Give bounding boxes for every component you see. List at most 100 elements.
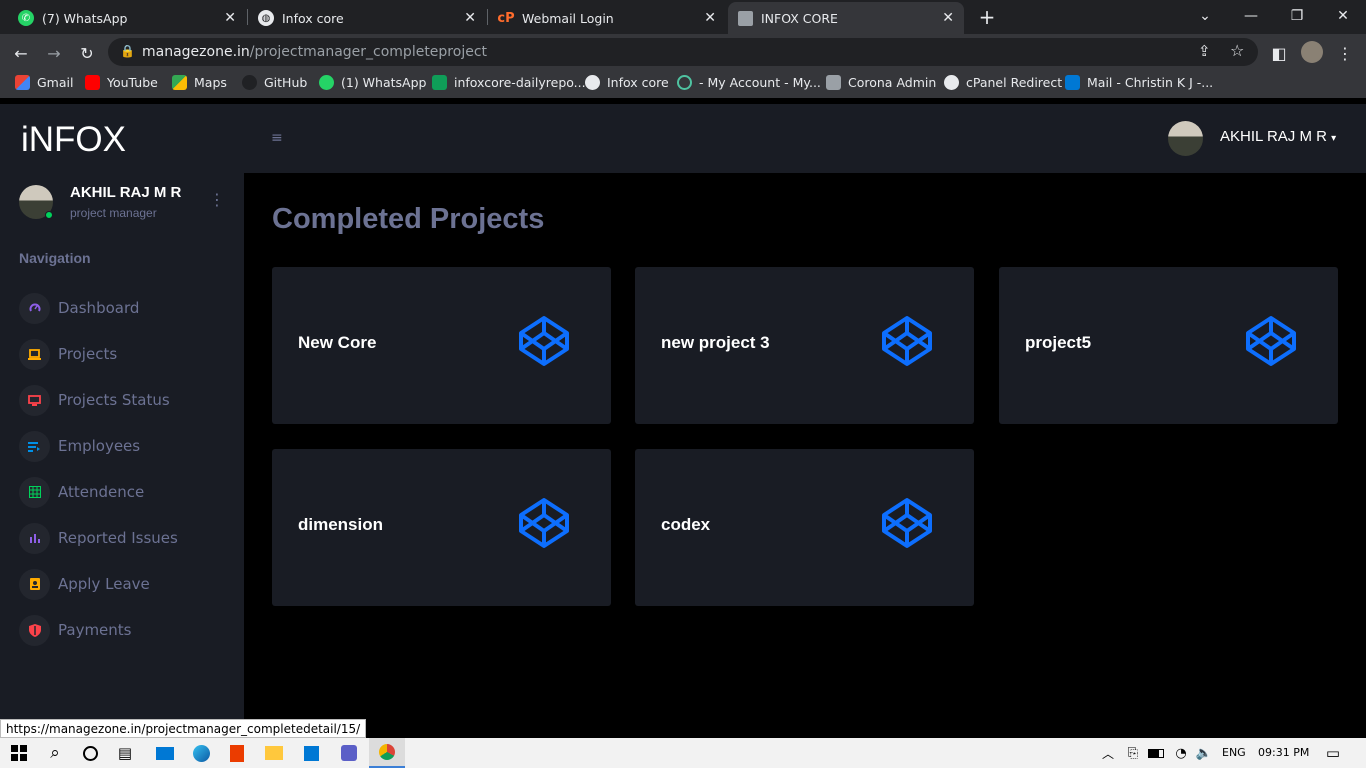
page-icon (826, 75, 841, 90)
tab-search-button[interactable]: ⌄ (1182, 0, 1228, 32)
bookmark-item[interactable]: infoxcore-dailyrepo... (432, 75, 586, 90)
sidebar-item-label: Apply Leave (58, 575, 150, 593)
menu-icon[interactable]: ⋮ (1334, 42, 1356, 64)
globe-icon (585, 75, 600, 90)
close-window-button[interactable]: ✕ (1320, 0, 1366, 32)
project-name: dimension (298, 515, 384, 534)
clock[interactable]: 09:31 PM (1258, 746, 1309, 759)
close-icon[interactable]: ✕ (464, 10, 476, 26)
sidebar-item-reported-issues[interactable]: Reported Issues (19, 522, 178, 554)
sidebar-item-apply-leave[interactable]: Apply Leave (19, 568, 150, 600)
tab-webmail-login[interactable]: cP Webmail Login ✕ (488, 2, 726, 34)
bookmark-item[interactable]: Gmail (15, 75, 73, 90)
new-tab-button[interactable]: + (976, 5, 998, 29)
windows-taskbar: ⌕ ▤ ︿ ⎘ ◔ 🔈 ENG 09:31 PM ▭ (0, 738, 1366, 768)
project-card[interactable]: New Core (272, 267, 611, 424)
battery-icon[interactable] (1145, 743, 1167, 763)
teams-icon[interactable] (338, 743, 360, 763)
url-domain: managezone.in (142, 44, 250, 60)
office-icon[interactable] (226, 743, 248, 763)
meet-now-icon[interactable]: ⎘ (1122, 743, 1144, 763)
bookmark-label: - My Account - My... (699, 75, 821, 90)
sidebar-item-label: Reported Issues (58, 529, 178, 547)
restore-button[interactable]: ❐ (1274, 0, 1320, 32)
project-name: New Core (298, 333, 377, 352)
address-bar[interactable]: 🔒 managezone.in/projectmanager_completep… (108, 38, 1258, 66)
menu-toggle-icon[interactable]: ≡ (271, 130, 283, 146)
bookmark-label: Infox core (607, 75, 669, 90)
close-icon[interactable]: ✕ (224, 10, 236, 26)
navbar-user-dropdown[interactable]: AKHIL RAJ M R ▾ (1220, 128, 1336, 145)
sidebar-item-employees[interactable]: Employees (19, 430, 140, 462)
navbar-avatar[interactable] (1168, 121, 1203, 156)
project-card[interactable]: project5 (999, 267, 1338, 424)
bookmark-item[interactable]: Infox core (585, 75, 669, 90)
task-view-icon[interactable]: ▤ (114, 743, 136, 763)
bookmark-item[interactable]: GitHub (242, 75, 307, 90)
sidebar-item-projects-status[interactable]: Projects Status (19, 384, 170, 416)
laptop-icon (19, 338, 50, 370)
file-explorer-icon[interactable] (263, 743, 285, 763)
bookmark-label: Mail - Christin K J -... (1087, 75, 1214, 90)
codepen-cube-icon (882, 498, 932, 548)
project-name: new project 3 (661, 333, 770, 352)
youtube-icon (85, 75, 100, 90)
sidebar-item-projects[interactable]: Projects (19, 338, 117, 370)
maps-icon (172, 75, 187, 90)
bookmark-item[interactable]: YouTube (85, 75, 158, 90)
minimize-button[interactable]: — (1228, 0, 1274, 32)
windows-start-icon[interactable] (8, 743, 30, 763)
sidebar-item-attendence[interactable]: Attendence (19, 476, 144, 508)
store-icon[interactable] (300, 743, 322, 763)
share-icon[interactable]: ⇪ (1198, 42, 1211, 60)
bookmark-item[interactable]: cPanel Redirect (944, 75, 1062, 90)
list-icon (19, 430, 50, 462)
codepen-cube-icon (519, 498, 569, 548)
sidebar-item-dashboard[interactable]: Dashboard (19, 292, 139, 324)
close-icon[interactable]: ✕ (704, 10, 716, 26)
show-hidden-icons-chevron[interactable]: ︿ (1097, 743, 1119, 763)
tab-infox-core-active[interactable]: INFOX CORE ✕ (728, 2, 964, 34)
language-indicator[interactable]: ENG (1222, 746, 1246, 759)
close-icon[interactable]: ✕ (942, 10, 954, 26)
profile-avatar[interactable] (1301, 41, 1323, 63)
bookmark-item[interactable]: Maps (172, 75, 227, 90)
bookmark-item[interactable]: Mail - Christin K J -... (1065, 75, 1213, 90)
github-icon (242, 75, 257, 90)
back-button[interactable]: ← (10, 42, 32, 64)
search-icon[interactable]: ⌕ (44, 743, 66, 763)
profile-options-icon[interactable]: ⋮ (209, 190, 225, 209)
project-card[interactable]: dimension (272, 449, 611, 606)
app-logo[interactable]: iNFOX (21, 120, 126, 160)
notifications-icon[interactable]: ▭ (1322, 743, 1344, 763)
volume-icon[interactable]: 🔈 (1193, 743, 1215, 763)
sidebar-item-label: Payments (58, 621, 132, 639)
chrome-taskbar-icon[interactable] (369, 738, 405, 768)
bookmark-item[interactable]: Corona Admin (826, 75, 936, 90)
forward-button[interactable]: → (43, 42, 65, 64)
bookmark-star-icon[interactable]: ☆ (1230, 41, 1244, 60)
table-icon (19, 476, 50, 508)
main-content: Completed Projects New Core new project … (244, 173, 1366, 721)
reload-button[interactable]: ↻ (76, 42, 98, 64)
online-status-dot (45, 211, 53, 219)
project-card[interactable]: codex (635, 449, 974, 606)
cortana-icon[interactable] (79, 743, 101, 763)
sidebar-user-role: project manager (70, 206, 157, 220)
tab-whatsapp[interactable]: ✆ (7) WhatsApp ✕ (8, 2, 246, 34)
page-title: Completed Projects (272, 203, 545, 235)
bookmark-item[interactable]: (1) WhatsApp (319, 75, 426, 90)
sidebar-item-payments[interactable]: Payments (19, 614, 131, 646)
tab-infox-core[interactable]: ◍ Infox core ✕ (248, 2, 486, 34)
mail-app-icon[interactable] (154, 743, 176, 763)
browser-toolbar: ← → ↻ 🔒 managezone.in/projectmanager_com… (0, 34, 1366, 70)
edge-icon[interactable] (190, 743, 212, 763)
side-panel-icon[interactable]: ◧ (1268, 42, 1290, 64)
codepen-cube-icon (882, 316, 932, 366)
account-icon (677, 75, 692, 90)
project-card[interactable]: new project 3 (635, 267, 974, 424)
wifi-icon[interactable]: ◔ (1170, 743, 1192, 763)
tab-title: (7) WhatsApp (42, 10, 128, 26)
codepen-cube-icon (519, 316, 569, 366)
bookmark-item[interactable]: - My Account - My... (677, 75, 821, 90)
